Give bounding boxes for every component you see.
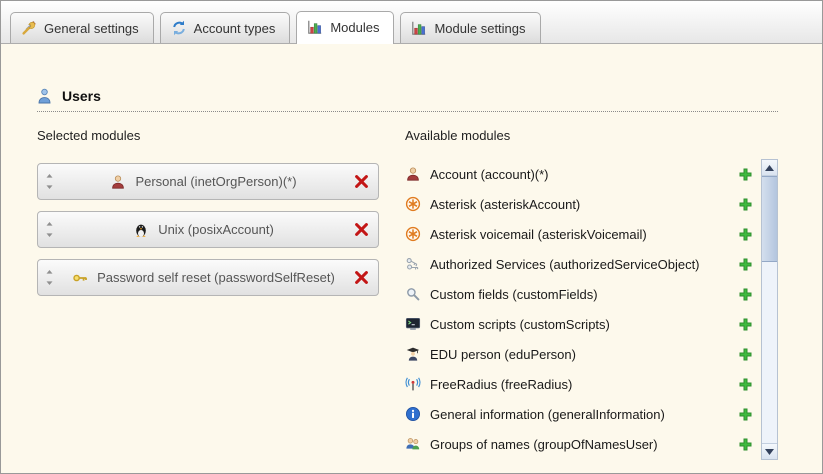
- add-icon[interactable]: [739, 378, 752, 391]
- section-title: Users: [62, 88, 101, 104]
- tab-label: Module settings: [434, 21, 525, 36]
- selected-module-label: Personal (inetOrgPerson)(*): [135, 174, 296, 189]
- available-module-authorized-services: Authorized Services (authorizedServiceOb…: [405, 249, 761, 279]
- add-icon[interactable]: [739, 198, 752, 211]
- graduate-icon: [405, 346, 421, 362]
- delete-icon[interactable]: [353, 173, 370, 190]
- add-icon[interactable]: [739, 348, 752, 361]
- info-icon: [405, 406, 421, 422]
- scroll-thumb[interactable]: [762, 176, 777, 262]
- available-module-label: Asterisk (asteriskAccount): [430, 197, 580, 212]
- sort-handle-icon[interactable]: [45, 221, 54, 238]
- scroll-down-button[interactable]: [762, 443, 777, 459]
- module-columns: Selected modules: [37, 128, 778, 460]
- available-module-groups-of-names: Groups of names (groupOfNamesUser): [405, 429, 761, 459]
- selected-module-content: Unix (posixAccount): [54, 222, 353, 238]
- selected-module-password-self-reset[interactable]: Password self reset (passwordSelfReset): [37, 259, 379, 296]
- available-module-label: Asterisk voicemail (asteriskVoicemail): [430, 227, 647, 242]
- account-type-header: Users: [37, 88, 778, 112]
- add-icon[interactable]: [739, 438, 752, 451]
- tools-icon: [21, 20, 37, 36]
- available-module-label: Account (account)(*): [430, 167, 549, 182]
- selected-modules-list: Personal (inetOrgPerson)(*): [37, 163, 379, 296]
- selected-module-content: Password self reset (passwordSelfReset): [54, 270, 353, 286]
- selected-module-personal[interactable]: Personal (inetOrgPerson)(*): [37, 163, 379, 200]
- magnifier-icon: [405, 286, 421, 302]
- tab-bar: General settings Account types: [1, 1, 822, 44]
- available-modules-list: Account (account)(*): [405, 159, 761, 459]
- delete-icon[interactable]: [353, 221, 370, 238]
- available-module-custom-fields: Custom fields (customFields): [405, 279, 761, 309]
- available-modules-heading: Available modules: [405, 128, 761, 145]
- tab-label: Account types: [194, 21, 276, 36]
- selected-module-label: Password self reset (passwordSelfReset): [97, 270, 335, 285]
- selected-modules-column: Selected modules: [37, 128, 379, 460]
- chart-icon: [411, 20, 427, 36]
- person-icon: [405, 166, 421, 182]
- modules-tab-content: Users Selected modules: [1, 44, 822, 460]
- available-module-label: FreeRadius (freeRadius): [430, 377, 572, 392]
- add-icon[interactable]: [739, 318, 752, 331]
- add-icon[interactable]: [739, 408, 752, 421]
- available-module-label: Custom scripts (customScripts): [430, 317, 610, 332]
- available-module-label: Authorized Services (authorizedServiceOb…: [430, 257, 700, 272]
- available-module-asterisk-voicemail: Asterisk voicemail (asteriskVoicemail): [405, 219, 761, 249]
- person-icon: [110, 174, 126, 190]
- tab-account-types[interactable]: Account types: [160, 12, 291, 43]
- chart-icon: [307, 19, 323, 35]
- available-module-label: Groups of names (groupOfNamesUser): [430, 437, 658, 452]
- tab-general-settings[interactable]: General settings: [10, 12, 154, 43]
- add-icon[interactable]: [739, 288, 752, 301]
- available-module-label: Custom fields (customFields): [430, 287, 598, 302]
- available-module-general-information: General information (generalInformation): [405, 399, 761, 429]
- delete-icon[interactable]: [353, 269, 370, 286]
- lam-configuration-page: General settings Account types: [0, 0, 823, 474]
- sort-handle-icon[interactable]: [45, 173, 54, 190]
- selected-module-label: Unix (posixAccount): [158, 222, 274, 237]
- available-module-label: EDU person (eduPerson): [430, 347, 576, 362]
- sort-handle-icon[interactable]: [45, 269, 54, 286]
- available-modules-column: Available modules Account (account)(*): [405, 128, 778, 460]
- available-modules-scrollbar[interactable]: [761, 159, 778, 460]
- tux-icon: [133, 222, 149, 238]
- selected-module-content: Personal (inetOrgPerson)(*): [54, 174, 353, 190]
- tab-module-settings[interactable]: Module settings: [400, 12, 540, 43]
- available-module-account: Account (account)(*): [405, 159, 761, 189]
- selected-modules-heading: Selected modules: [37, 128, 379, 145]
- tab-modules[interactable]: Modules: [296, 11, 394, 44]
- scroll-up-button[interactable]: [762, 160, 777, 176]
- group-icon: [405, 436, 421, 452]
- available-module-edu-person: EDU person (eduPerson): [405, 339, 761, 369]
- key-icon: [72, 270, 88, 286]
- tab-label: Modules: [330, 20, 379, 35]
- add-icon[interactable]: [739, 168, 752, 181]
- asterisk-icon: [405, 196, 421, 212]
- add-icon[interactable]: [739, 228, 752, 241]
- available-module-custom-scripts: Custom scripts (customScripts): [405, 309, 761, 339]
- terminal-icon: [405, 316, 421, 332]
- keys-icon: [405, 256, 421, 272]
- selected-module-unix[interactable]: Unix (posixAccount): [37, 211, 379, 248]
- sync-icon: [171, 20, 187, 36]
- available-module-asterisk: Asterisk (asteriskAccount): [405, 189, 761, 219]
- available-modules-wrap: Available modules Account (account)(*): [405, 128, 761, 459]
- available-module-freeradius: FreeRadius (freeRadius): [405, 369, 761, 399]
- antenna-icon: [405, 376, 421, 392]
- asterisk-icon: [405, 226, 421, 242]
- available-module-label: General information (generalInformation): [430, 407, 665, 422]
- add-icon[interactable]: [739, 258, 752, 271]
- users-icon: [37, 88, 53, 104]
- tab-label: General settings: [44, 21, 139, 36]
